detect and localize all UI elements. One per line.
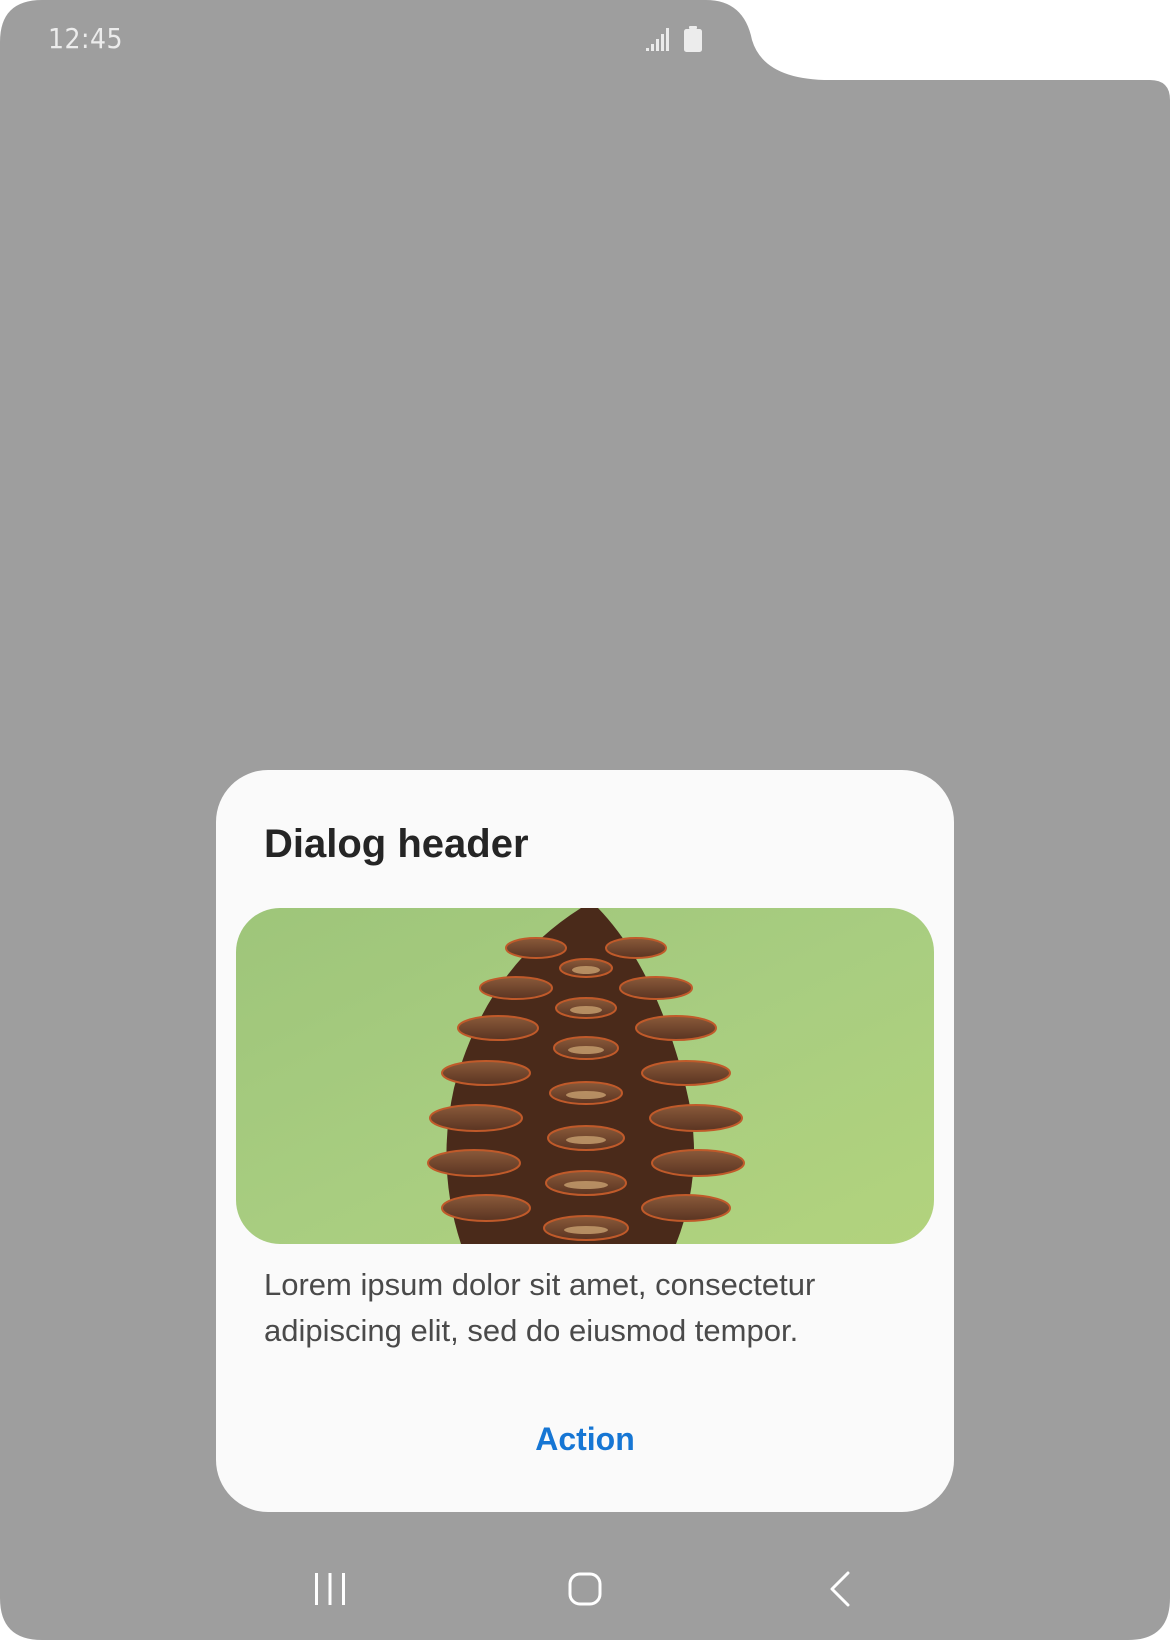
action-button[interactable]: Action: [216, 1394, 954, 1484]
signal-icon: [646, 26, 674, 52]
dialog-header: Dialog header: [264, 822, 529, 866]
status-icons: [646, 26, 702, 52]
recents-icon: [313, 1572, 347, 1610]
dialog-body-text: Lorem ipsum dolor sit amet, consectetur …: [264, 1267, 816, 1348]
back-button[interactable]: [780, 1548, 900, 1634]
back-icon: [829, 1571, 851, 1612]
home-icon: [568, 1572, 602, 1611]
clock: 12:45: [48, 22, 124, 55]
device-screen: 12:45 Dialog header Lorem ipsum dolor si…: [0, 0, 1170, 1640]
recents-button[interactable]: [270, 1548, 390, 1634]
pine-cone-image: [236, 908, 934, 1244]
dialog: Dialog header Lorem ipsum dolor sit amet…: [216, 770, 954, 1512]
navigation-bar: [0, 1548, 1170, 1634]
status-bar: 12:45: [0, 0, 740, 80]
battery-icon: [684, 26, 702, 52]
home-button[interactable]: [525, 1548, 645, 1634]
